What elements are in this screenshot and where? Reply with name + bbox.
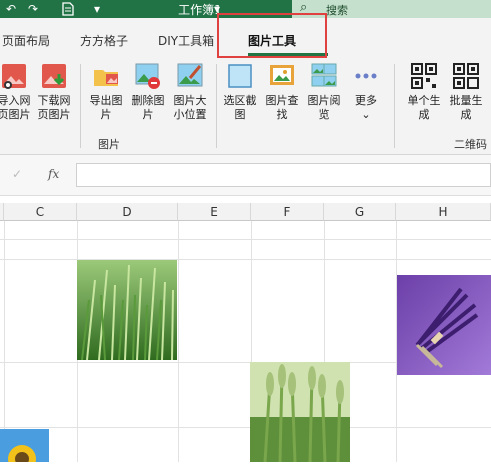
column-header-f[interactable]: F [251, 203, 324, 221]
group-label-qrcode: 二维码 [454, 138, 487, 151]
undo-icon[interactable]: ↶ [6, 2, 16, 16]
image-find-button[interactable]: 图片查找 [262, 62, 302, 122]
chevron-down-icon: ⌄ [361, 108, 371, 121]
import-web-images-button[interactable]: 导入网页图片 [0, 62, 34, 122]
image-browse-button[interactable]: 图片阅览 [304, 62, 344, 122]
search-label: 搜索 [326, 4, 348, 17]
screenshot-icon [226, 62, 254, 90]
image-size-position-button[interactable]: 图片大小位置 [170, 62, 210, 122]
formula-input[interactable] [76, 163, 491, 187]
column-header-g[interactable]: G [324, 203, 396, 221]
qr-code-icon [410, 62, 438, 90]
file-save-icon[interactable] [62, 2, 74, 19]
column-header-c[interactable]: C [4, 203, 77, 221]
ribbon-panel: 导入网页图片 下载网页图片 导出图片 删除图片 图片大小位置 选区截图 图片查找… [0, 58, 491, 155]
spreadsheet-grid[interactable]: C D E F G H [0, 203, 491, 465]
more-button[interactable]: 更多 ⌄ [346, 62, 386, 122]
qr-code-batch-icon [452, 62, 480, 90]
column-header-d[interactable]: D [77, 203, 178, 221]
tab-page-layout[interactable]: 页面布局 [2, 32, 50, 49]
column-header-h[interactable]: H [396, 203, 491, 221]
image-browse-icon [310, 62, 338, 90]
download-web-images-button[interactable]: 下载网页图片 [34, 62, 74, 122]
column-header-e[interactable]: E [178, 203, 251, 221]
lavender-bouquet-image[interactable] [397, 275, 491, 375]
wheat-ears-image[interactable] [250, 362, 350, 463]
redo-icon[interactable]: ↷ [28, 2, 38, 16]
customize-dropdown-icon[interactable]: ▾ [94, 2, 100, 16]
checkmark-icon[interactable]: ✓ [12, 167, 22, 181]
highlight-box [217, 13, 327, 58]
ribbon-separator [216, 64, 217, 148]
group-label-images: 图片 [98, 138, 120, 151]
grid-line [178, 221, 179, 462]
single-generate-button[interactable]: 单个生成 [404, 62, 444, 122]
ribbon-separator [80, 64, 81, 148]
ribbon-separator [394, 64, 395, 148]
sunflower-image[interactable] [0, 429, 49, 465]
tab-diy-toolbox[interactable]: DIY工具箱 [158, 32, 214, 49]
fx-icon[interactable]: fx [48, 167, 59, 181]
download-image-icon [40, 62, 68, 90]
grid-line [0, 427, 491, 428]
selection-screenshot-button[interactable]: 选区截图 [220, 62, 260, 122]
grid-line [0, 259, 491, 260]
image-size-icon [176, 62, 204, 90]
delete-image-icon [134, 62, 162, 90]
import-web-image-icon [0, 62, 28, 90]
export-images-button[interactable]: 导出图片 [86, 62, 126, 122]
wheat-field-image[interactable] [77, 260, 177, 361]
image-find-icon [268, 62, 296, 90]
more-dots-icon [352, 62, 380, 90]
grid-line [4, 221, 5, 462]
batch-generate-button[interactable]: 批量生成 [446, 62, 486, 122]
formula-bar: ✓ fx [0, 155, 491, 196]
formula-controls: ✓ fx [0, 163, 72, 187]
grid-line [0, 239, 491, 240]
folder-export-icon [92, 62, 120, 90]
delete-images-button[interactable]: 删除图片 [128, 62, 168, 122]
tab-fangfang-gezi[interactable]: 方方格子 [80, 32, 128, 49]
